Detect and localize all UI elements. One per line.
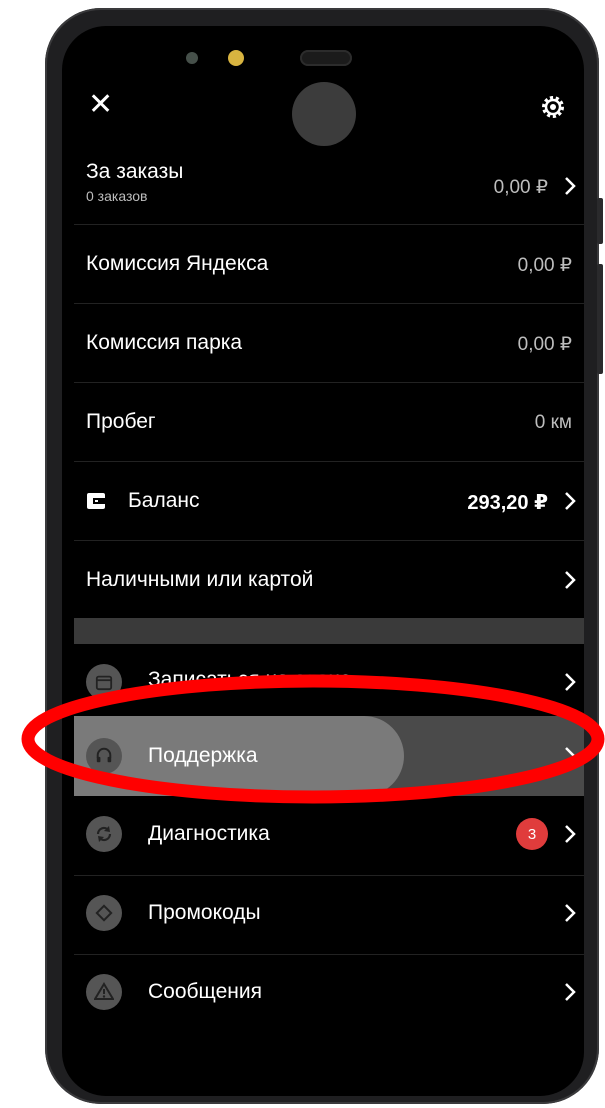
phone-side-button [597, 264, 603, 374]
earpiece-speaker [300, 50, 352, 66]
red-annotation-ellipse [21, 674, 605, 804]
payment-method-row[interactable]: Наличными или картой [74, 540, 584, 619]
park-commission-label: Комиссия парка [86, 331, 243, 354]
yandex-commission-value: 0,00 ₽ [517, 255, 572, 276]
app-screen: ✕ За заказы 0 заказов 0,00 ₽ Комиссия Ян… [62, 26, 584, 1096]
payment-method-label: Наличными или картой [86, 568, 314, 591]
front-camera [186, 52, 198, 64]
orders-value: 0,00 ₽ [493, 177, 548, 198]
yandex-commission-label: Комиссия Яндекса [86, 252, 269, 275]
menu-item-messages[interactable]: Сообщения [74, 954, 584, 1033]
chevron-right-icon [565, 177, 576, 195]
balance-value: 293,20 ₽ [467, 492, 548, 514]
section-divider [74, 618, 584, 644]
park-commission-value: 0,00 ₽ [517, 334, 572, 355]
mileage-value: 0 км [534, 412, 572, 433]
yandex-commission-row: Комиссия Яндекса 0,00 ₽ [74, 224, 584, 304]
notification-badge: 3 [516, 818, 548, 850]
balance-label: Баланс [128, 489, 200, 512]
menu-item-label: Диагностика [148, 822, 270, 845]
chevron-right-icon [565, 825, 576, 843]
mileage-row: Пробег 0 км [74, 382, 584, 462]
chevron-right-icon [565, 983, 576, 1001]
menu-item-diagnostics[interactable]: Диагностика 3 [74, 796, 584, 876]
orders-count: 0 заказов [86, 188, 148, 204]
phone-side-button [597, 198, 603, 244]
tag-icon [86, 895, 122, 931]
mileage-label: Пробег [86, 410, 156, 433]
close-icon[interactable]: ✕ [88, 90, 113, 120]
menu-item-promocodes[interactable]: Промокоды [74, 875, 584, 955]
balance-row[interactable]: Баланс 293,20 ₽ [74, 461, 584, 541]
chevron-right-icon [565, 904, 576, 922]
wallet-icon [87, 493, 105, 509]
menu-item-label: Сообщения [148, 980, 262, 1003]
menu-item-label: Промокоды [148, 901, 261, 924]
chevron-right-icon [565, 492, 576, 510]
orders-row[interactable]: За заказы 0 заказов 0,00 ₽ [74, 144, 584, 225]
park-commission-row: Комиссия парка 0,00 ₽ [74, 303, 584, 383]
front-sensor [228, 50, 244, 66]
camera-notch [292, 82, 356, 146]
warning-icon [86, 974, 122, 1010]
chevron-right-icon [565, 571, 576, 589]
gear-icon[interactable] [538, 92, 568, 122]
refresh-icon [86, 816, 122, 852]
orders-label: За заказы [86, 160, 184, 183]
